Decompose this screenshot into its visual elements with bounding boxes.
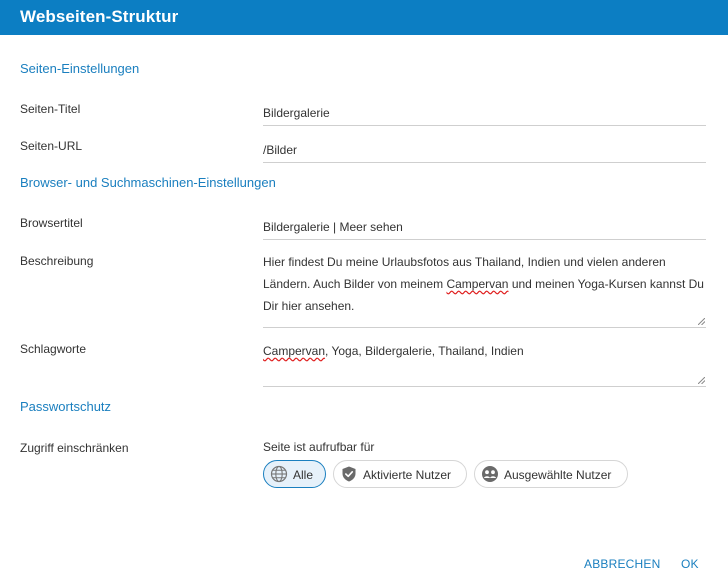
- page-title-field[interactable]: Bildergalerie: [263, 98, 706, 126]
- keywords-textarea[interactable]: Campervan, Yoga, Bildergalerie, Thailand…: [263, 340, 706, 387]
- page-url-value: /Bilder: [263, 143, 298, 157]
- dialog-title: Webseiten-Struktur: [20, 7, 179, 26]
- restrict-access-label: Zugriff einschränken: [20, 441, 129, 455]
- access-option-activated-users[interactable]: Aktivierte Nutzer: [333, 460, 467, 488]
- page-url-label: Seiten-URL: [20, 139, 83, 153]
- page-url-field[interactable]: /Bilder: [263, 135, 706, 163]
- access-option-selected-users[interactable]: Ausgewählte Nutzer: [474, 460, 628, 488]
- description-value: Hier findest Du meine Urlaubsfotos aus T…: [263, 251, 706, 317]
- description-label: Beschreibung: [20, 254, 94, 268]
- dialog-header: Webseiten-Struktur: [0, 0, 728, 35]
- keywords-value: Campervan, Yoga, Bildergalerie, Thailand…: [263, 340, 706, 362]
- section-title-page-settings: Seiten-Einstellungen: [20, 61, 140, 76]
- description-textarea[interactable]: Hier findest Du meine Urlaubsfotos aus T…: [263, 251, 706, 328]
- access-option-all-label: Alle: [293, 468, 314, 482]
- resize-handle-icon[interactable]: [698, 318, 705, 325]
- page-title-value: Bildergalerie: [263, 106, 330, 120]
- cancel-button[interactable]: ABBRECHEN: [584, 557, 660, 571]
- user-group-icon: [482, 466, 498, 482]
- description-spellcheck-word: Campervan: [446, 277, 509, 291]
- page-title-label: Seiten-Titel: [20, 102, 81, 116]
- browser-title-value: Bildergalerie | Meer sehen: [263, 220, 403, 234]
- keywords-label: Schlagworte: [20, 342, 87, 356]
- access-option-activated-users-label: Aktivierte Nutzer: [363, 468, 452, 482]
- access-caption: Seite ist aufrufbar für: [263, 440, 375, 454]
- browser-title-field[interactable]: Bildergalerie | Meer sehen: [263, 212, 706, 240]
- globe-icon: [270, 465, 288, 483]
- browser-title-label: Browsertitel: [20, 216, 83, 230]
- keywords-text-rest: , Yoga, Bildergalerie, Thailand, Indien: [325, 344, 524, 358]
- section-title-browser-settings: Browser- und Suchmaschinen-Einstellungen: [20, 175, 276, 190]
- section-title-password-protection: Passwortschutz: [20, 399, 112, 414]
- resize-handle-icon[interactable]: [698, 377, 705, 384]
- ok-button[interactable]: OK: [681, 557, 699, 571]
- keywords-spellcheck-word: Campervan: [263, 344, 326, 358]
- shield-check-icon: [342, 466, 356, 482]
- access-option-selected-users-label: Ausgewählte Nutzer: [504, 468, 612, 482]
- access-option-all[interactable]: Alle: [263, 460, 326, 488]
